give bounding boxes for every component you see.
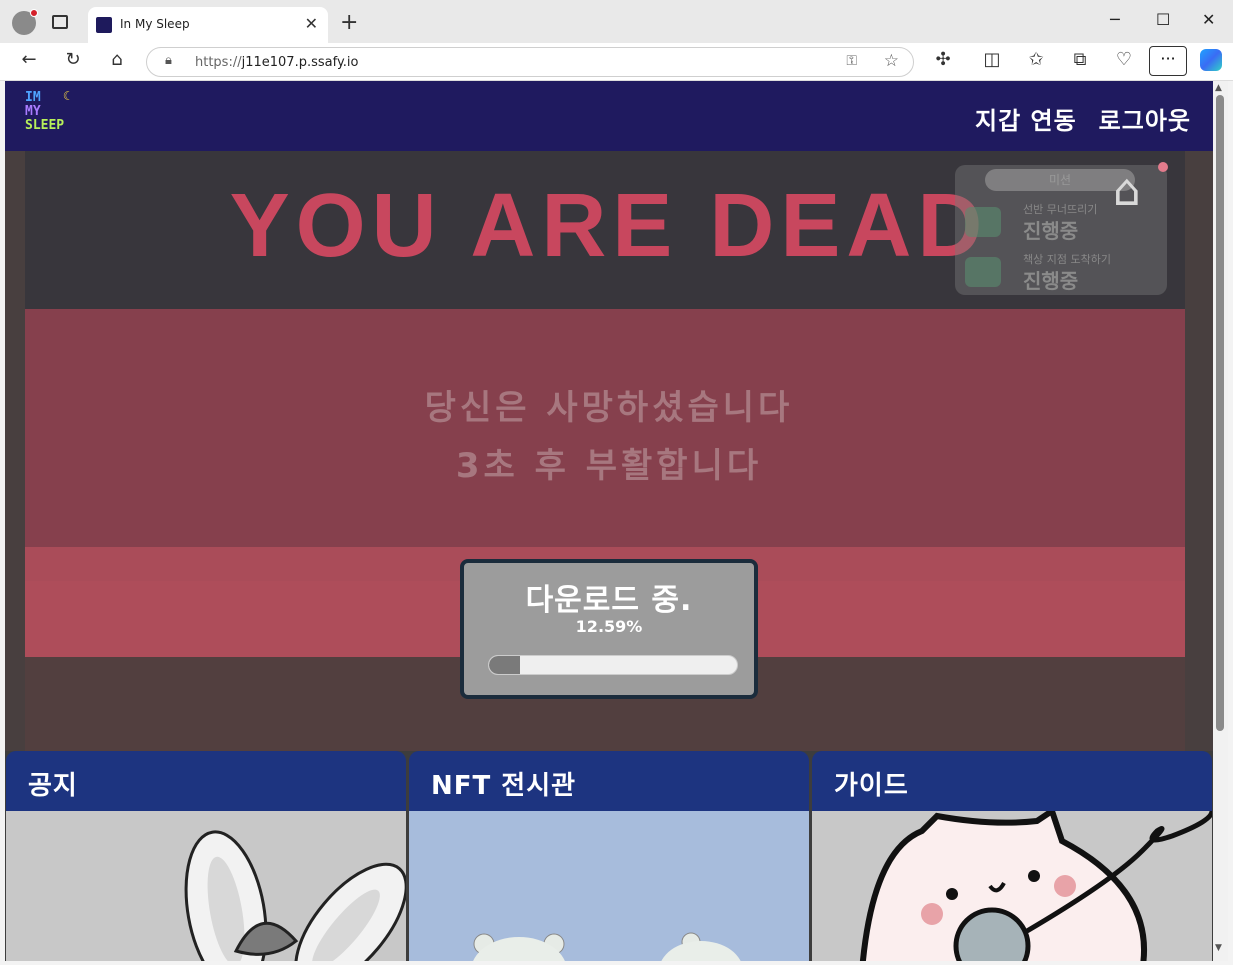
url-text: https://j11e107.p.ssafy.io	[195, 55, 359, 70]
scroll-down-icon[interactable]: ▼	[1215, 943, 1222, 953]
password-key-icon[interactable]: ⚿	[846, 53, 857, 69]
download-dialog: 다운로드 중. 12.59%	[460, 559, 758, 699]
menu-cards: 공지 NFT 전시관 가이드	[5, 751, 1213, 961]
download-title: 다운로드 중.	[525, 583, 693, 618]
lock-icon[interactable]: 🔒︎	[165, 53, 172, 68]
profile-avatar-icon[interactable]	[12, 9, 38, 35]
logo-line-3: SLEEP	[25, 118, 65, 133]
home-notification-dot	[1158, 162, 1168, 172]
favorites-icon[interactable]: ✩	[1024, 49, 1048, 70]
card-header: 가이드	[812, 751, 1212, 811]
card-title: NFT 전시관	[431, 771, 577, 801]
logo-line-1: IM	[25, 90, 41, 105]
split-screen-icon[interactable]: ◫	[980, 49, 1004, 70]
card-title: 공지	[28, 771, 78, 801]
site-logo[interactable]: IM MY SLEEP ☾	[25, 89, 85, 141]
download-progress-fill	[489, 656, 521, 674]
tab-title: In My Sleep	[120, 17, 190, 31]
site-favicon-icon	[96, 17, 112, 33]
download-percent: 12.59%	[575, 617, 643, 636]
new-tab-icon[interactable]: +	[340, 10, 358, 35]
guide-card-illustration	[812, 806, 1212, 961]
death-message-line-2: 3초 후 부활합니다	[455, 446, 763, 486]
guide-card[interactable]: 가이드	[812, 751, 1212, 961]
browser-tab-bar: In My Sleep ✕ + ─ ☐ ✕	[0, 0, 1233, 43]
page-viewport: IM MY SLEEP ☾ 지갑 연동 로그아웃 YOU ARE DEAD 당신…	[5, 81, 1213, 961]
death-message-line-1: 당신은 사망하셨습니다	[424, 388, 794, 428]
more-menu-icon[interactable]: ···	[1149, 46, 1187, 76]
scrollbar-thumb[interactable]	[1216, 95, 1224, 731]
favorite-star-icon[interactable]: ☆	[884, 51, 899, 71]
card-header: 공지	[6, 751, 406, 811]
refresh-icon[interactable]: ↻	[61, 49, 85, 70]
scroll-up-icon[interactable]: ▲	[1215, 83, 1222, 93]
card-title: 가이드	[834, 771, 909, 801]
nft-card-illustration	[409, 811, 809, 961]
rabbit-illustration	[184, 830, 406, 961]
site-nav: 지갑 연동 로그아웃	[975, 101, 1191, 136]
card-header: NFT 전시관	[409, 751, 809, 811]
extensions-icon[interactable]: ✣	[931, 49, 955, 70]
tab-actions-icon[interactable]	[52, 15, 68, 29]
notice-card[interactable]: 공지	[6, 751, 406, 961]
copilot-icon[interactable]	[1200, 49, 1222, 71]
close-window-icon[interactable]: ✕	[1202, 10, 1215, 29]
death-message: 당신은 사망하셨습니다 3초 후 부활합니다	[5, 379, 1213, 495]
home-icon[interactable]: ⌂	[105, 49, 129, 70]
logout-link[interactable]: 로그아웃	[1099, 101, 1191, 136]
game-canvas[interactable]: YOU ARE DEAD 당신은 사망하셨습니다 3초 후 부활합니다 미션 선…	[5, 151, 1213, 751]
logo-line-2: MY	[25, 104, 41, 119]
cat-illustration	[859, 806, 1212, 961]
address-bar[interactable]: 🔒︎ https://j11e107.p.ssafy.io ⚿ ☆	[146, 47, 914, 77]
close-tab-icon[interactable]: ✕	[305, 14, 318, 33]
notice-card-illustration	[6, 811, 406, 961]
maximize-icon[interactable]: ☐	[1156, 10, 1170, 29]
moon-icon: ☾	[63, 89, 71, 103]
home-button-icon[interactable]: ⌂	[1113, 165, 1141, 216]
download-progress-bar	[488, 655, 738, 675]
collections-icon[interactable]: ⧉	[1068, 49, 1092, 70]
site-header: IM MY SLEEP ☾ 지갑 연동 로그아웃	[5, 81, 1213, 151]
wallet-connect-link[interactable]: 지갑 연동	[975, 101, 1077, 136]
nft-gallery-card[interactable]: NFT 전시관	[409, 751, 809, 961]
notification-dot	[30, 9, 38, 17]
browser-essentials-icon[interactable]: ♡	[1112, 49, 1136, 70]
minimize-icon[interactable]: ─	[1110, 10, 1120, 29]
browser-toolbar: ← ↻ ⌂ 🔒︎ https://j11e107.p.ssafy.io ⚿ ☆ …	[0, 43, 1233, 81]
bears-illustration	[473, 932, 741, 961]
back-icon[interactable]: ←	[17, 49, 41, 70]
mission-star-icon	[965, 207, 1001, 237]
browser-tab[interactable]: In My Sleep ✕	[88, 7, 328, 43]
mission-item-status: 진행중	[1023, 219, 1079, 243]
mission-check-icon	[965, 257, 1001, 287]
mission-item-status: 진행중	[1023, 269, 1079, 293]
page-scrollbar[interactable]: ▲ ▼	[1213, 81, 1228, 961]
